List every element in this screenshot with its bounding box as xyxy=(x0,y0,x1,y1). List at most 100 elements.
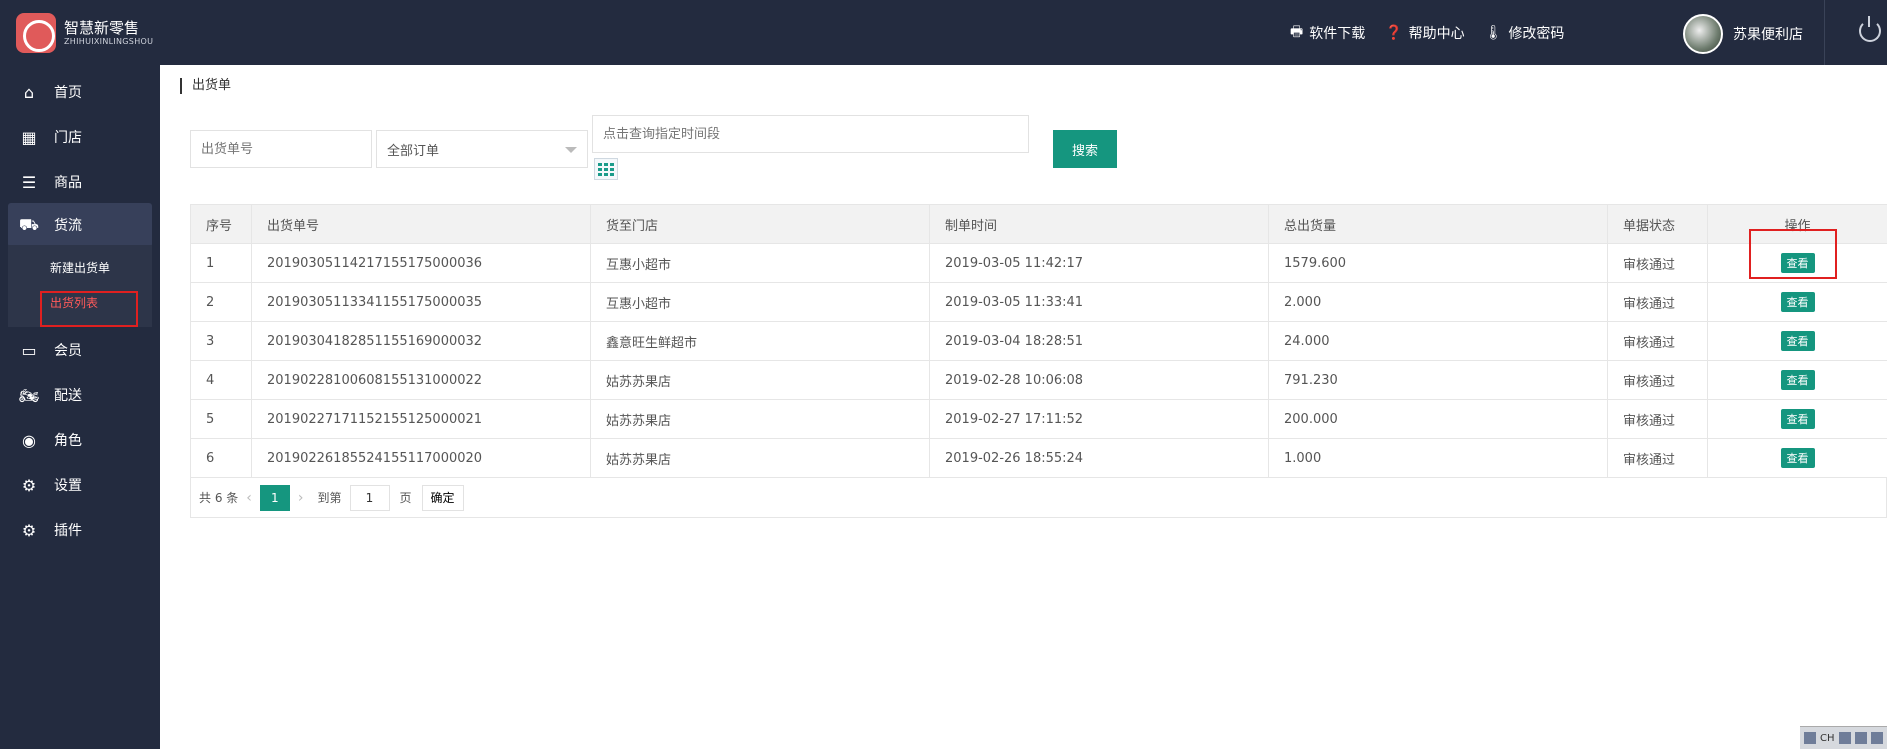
table-row: 5 20190227171152155125000021 姑苏苏果店 2019-… xyxy=(190,399,1887,439)
column-header: 总出货量 xyxy=(1268,204,1608,244)
cell-store: 姑苏苏果店 xyxy=(590,399,930,439)
cell-status: 审核通过 xyxy=(1607,321,1708,361)
truck-icon: ⛟ xyxy=(18,214,40,234)
cell-status: 审核通过 xyxy=(1607,243,1708,283)
highlight-box xyxy=(40,291,138,327)
sidebar-item-label: 首页 xyxy=(54,85,82,101)
cell-qty: 791.230 xyxy=(1268,360,1608,400)
cell-qty: 24.000 xyxy=(1268,321,1608,361)
confirm-button[interactable]: 确定 xyxy=(421,484,464,511)
calendar-icon[interactable] xyxy=(594,158,618,180)
view-button[interactable]: 查看 xyxy=(1780,448,1815,468)
download-link[interactable]: 🖶 软件下载 xyxy=(1290,21,1365,45)
ime-indicator[interactable]: CH xyxy=(1820,733,1835,744)
cell-time: 2019-02-26 18:55:24 xyxy=(929,438,1269,478)
tray-icon[interactable] xyxy=(1804,732,1816,744)
date-range-input[interactable] xyxy=(592,115,1029,153)
search-button[interactable]: 搜索 xyxy=(1053,130,1117,168)
sidebar-item-role[interactable]: ◉ 角色 xyxy=(8,418,152,462)
cell-order-no: 20190304182851155169000032 xyxy=(251,321,591,361)
cell-time: 2019-03-04 18:28:51 xyxy=(929,321,1269,361)
user-circle-icon: ◉ xyxy=(22,430,36,450)
sidebar-item-goods[interactable]: ☰ 商品 xyxy=(8,160,152,204)
cell-qty: 200.000 xyxy=(1268,399,1608,439)
cell-time: 2019-02-27 17:11:52 xyxy=(929,399,1269,439)
sidebar-item-member[interactable]: ▭ 会员 xyxy=(8,328,152,372)
sidebar-item-delivery[interactable]: 🏍 配送 xyxy=(8,373,152,417)
cell-order-no: 20190228100608155131000022 xyxy=(251,360,591,400)
cell-no: 2 xyxy=(190,282,252,322)
cell-no: 5 xyxy=(190,399,252,439)
goto-label: 到第 xyxy=(317,491,342,505)
page-current[interactable]: 1 xyxy=(259,484,290,511)
tray-icon[interactable] xyxy=(1870,732,1883,744)
cell-store: 鑫意旺生鲜超市 xyxy=(590,321,930,361)
cell-action: 查看 xyxy=(1707,438,1887,478)
cell-store: 姑苏苏果店 xyxy=(590,438,930,478)
view-button[interactable]: 查看 xyxy=(1780,409,1815,429)
total-count: 共 6 条 xyxy=(199,491,239,505)
tray-icon[interactable] xyxy=(1854,732,1867,744)
cell-status: 审核通过 xyxy=(1607,282,1708,322)
sidebar-item-label: 设置 xyxy=(54,478,82,494)
help-label: 帮助中心 xyxy=(1408,25,1465,42)
cell-action: 查看 xyxy=(1707,321,1887,361)
user-menu[interactable]: 苏果便利店 xyxy=(1683,14,1803,54)
power-icon[interactable] xyxy=(1859,16,1881,42)
sidebar-item-logistics[interactable]: ⛟ 货流 xyxy=(8,203,152,247)
gears-icon: ⚙ xyxy=(21,520,37,540)
cell-order-no: 20190305113341155175000035 xyxy=(251,282,591,322)
question-icon: ❓ xyxy=(1385,24,1403,41)
sidebar-item-label: 货流 xyxy=(54,218,82,234)
change-password-label: 修改密码 xyxy=(1508,25,1565,42)
download-label: 软件下载 xyxy=(1309,25,1366,42)
app-logo[interactable]: 智慧新零售 ZHIHUIXINLINGSHOU xyxy=(16,13,153,53)
system-tray: CH xyxy=(1800,726,1887,749)
cell-order-no: 20190305114217155175000036 xyxy=(251,243,591,283)
cell-status: 审核通过 xyxy=(1607,399,1708,439)
list-icon: ☰ xyxy=(21,172,37,192)
cell-order-no: 20190226185524155117000020 xyxy=(251,438,591,478)
cell-time: 2019-03-05 11:42:17 xyxy=(929,243,1269,283)
change-password-link[interactable]: 🌡 修改密码 xyxy=(1485,23,1565,43)
printer-icon: 🖶 xyxy=(1290,23,1304,40)
view-button[interactable]: 查看 xyxy=(1780,331,1815,351)
cell-store: 姑苏苏果店 xyxy=(590,360,930,400)
order-type-select[interactable]: 全部订单 xyxy=(376,130,588,168)
page-input[interactable] xyxy=(349,484,390,511)
logo-icon xyxy=(16,13,56,53)
tray-icon[interactable] xyxy=(1838,732,1851,744)
view-button[interactable]: 查看 xyxy=(1780,292,1815,312)
table-row: 6 20190226185524155117000020 姑苏苏果店 2019-… xyxy=(190,438,1887,478)
highlight-box xyxy=(1749,229,1837,279)
table-row: 2 20190305113341155175000035 互惠小超市 2019-… xyxy=(190,282,1887,322)
chevron-right-icon[interactable]: › xyxy=(298,490,304,506)
column-header: 出货单号 xyxy=(251,204,591,244)
sidebar-item-label: 插件 xyxy=(54,523,82,539)
chevron-down-icon xyxy=(565,147,577,153)
column-header: 单据状态 xyxy=(1607,204,1708,244)
shipment-table: 序号 出货单号 货至门店 制单时间 总出货量 单据状态 操作 1 2019030… xyxy=(190,204,1887,478)
sidebar-item-store[interactable]: ▦ 门店 xyxy=(8,115,152,159)
sidebar-item-label: 商品 xyxy=(54,175,82,191)
cell-time: 2019-03-05 11:33:41 xyxy=(929,282,1269,322)
app-title: 智慧新零售 xyxy=(64,19,140,37)
table-row: 3 20190304182851155169000032 鑫意旺生鲜超市 201… xyxy=(190,321,1887,361)
cell-store: 互惠小超市 xyxy=(590,282,930,322)
submenu-new-shipment[interactable]: 新建出货单 xyxy=(50,259,110,276)
table-row: 1 20190305114217155175000036 互惠小超市 2019-… xyxy=(190,243,1887,283)
cell-no: 1 xyxy=(190,243,252,283)
thermometer-icon: 🌡 xyxy=(1484,24,1503,41)
order-no-input[interactable] xyxy=(190,130,372,168)
top-bar: 智慧新零售 ZHIHUIXINLINGSHOU 🖶 软件下载 ❓ 帮助中心 🌡 … xyxy=(0,0,1887,65)
view-button[interactable]: 查看 xyxy=(1780,370,1815,390)
sidebar-item-home[interactable]: ⌂ 首页 xyxy=(8,70,152,114)
cell-no: 4 xyxy=(190,360,252,400)
sidebar-item-plugins[interactable]: ⚙ 插件 xyxy=(8,508,152,552)
home-icon: ⌂ xyxy=(23,82,35,102)
order-type-value: 全部订单 xyxy=(387,143,440,159)
help-link[interactable]: ❓ 帮助中心 xyxy=(1385,23,1464,43)
cell-action: 查看 xyxy=(1707,360,1887,400)
sidebar-item-settings[interactable]: ⚙ 设置 xyxy=(8,463,152,507)
chevron-left-icon[interactable]: ‹ xyxy=(246,490,252,506)
